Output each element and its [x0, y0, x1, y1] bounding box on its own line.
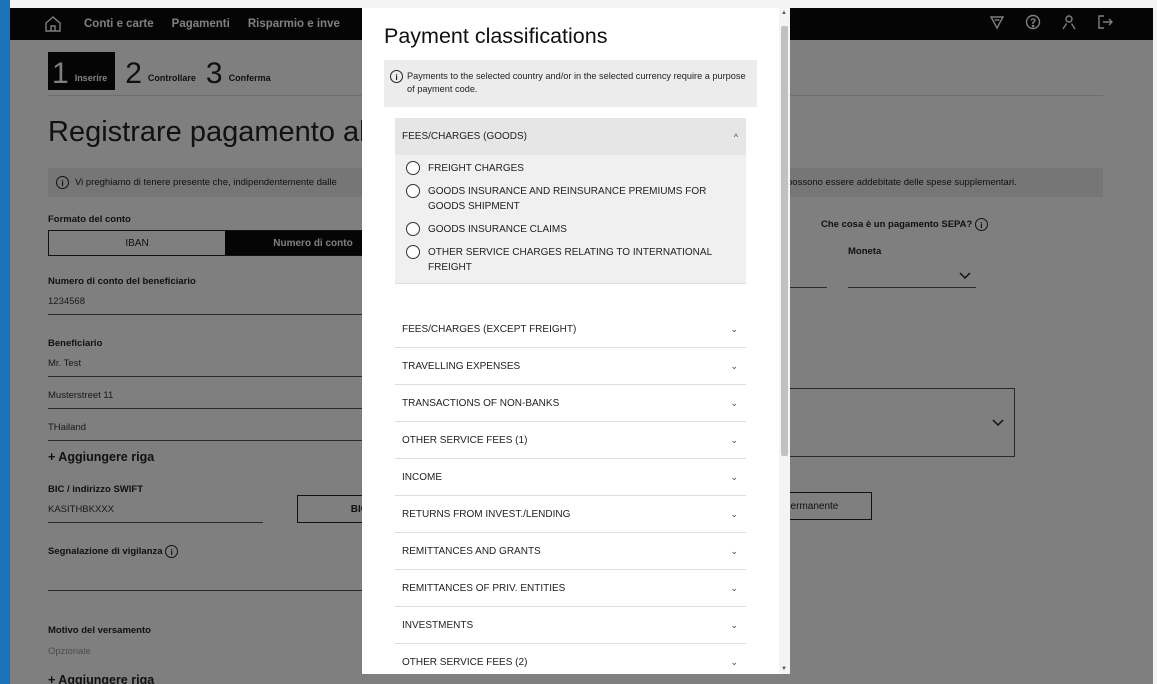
- chevron-down-icon[interactable]: ⌄: [730, 583, 738, 594]
- accordion-item[interactable]: RETURNS FROM INVEST./LENDING ⌄: [395, 496, 746, 533]
- radio-button[interactable]: [406, 245, 420, 259]
- accordion-section-open: FEES/CHARGES (GOODS) ^ FREIGHT CHARGES G…: [395, 118, 746, 284]
- accordion-label: REMITTANCES OF PRIV. ENTITIES: [402, 582, 566, 594]
- radio-option[interactable]: OTHER SERVICE CHARGES RELATING TO INTERN…: [406, 245, 746, 275]
- accordion-label: INVESTMENTS: [402, 619, 474, 631]
- scroll-down-arrow[interactable]: ▼: [781, 666, 787, 672]
- chevron-down-icon[interactable]: ⌄: [730, 657, 738, 668]
- accordion-item[interactable]: REMITTANCES OF PRIV. ENTITIES ⌄: [395, 570, 746, 607]
- info-icon: i: [390, 70, 403, 83]
- accordion-label: INCOME: [402, 471, 442, 483]
- accordion-item[interactable]: INCOME ⌄: [395, 459, 746, 496]
- window-frame-left: [0, 0, 10, 684]
- modal-title: Payment classifications: [384, 24, 608, 48]
- accordion-label: RETURNS FROM INVEST./LENDING: [402, 508, 571, 520]
- accordion-label: FEES/CHARGES (EXCEPT FREIGHT): [402, 323, 577, 335]
- accordion-item[interactable]: OTHER SERVICE FEES (1) ⌄: [395, 422, 746, 459]
- accordion-label: TRANSACTIONS OF NON-BANKS: [402, 397, 560, 409]
- scroll-thumb[interactable]: [781, 26, 788, 456]
- chevron-down-icon[interactable]: ⌄: [730, 472, 738, 483]
- accordion-body: FREIGHT CHARGES GOODS INSURANCE AND REIN…: [395, 155, 746, 284]
- modal-scrollbar[interactable]: ▲ ▼: [779, 8, 790, 674]
- accordion-item[interactable]: REMITTANCES AND GRANTS ⌄: [395, 533, 746, 570]
- accordion-item[interactable]: FEES/CHARGES (EXCEPT FREIGHT) ⌄: [395, 311, 746, 348]
- radio-button[interactable]: [406, 222, 420, 236]
- radio-option[interactable]: GOODS INSURANCE AND REINSURANCE PREMIUMS…: [406, 184, 746, 214]
- window-frame-right: [1153, 0, 1157, 684]
- modal-info-text: Payments to the selected country and/or …: [407, 71, 746, 94]
- chevron-down-icon[interactable]: ⌄: [730, 546, 738, 557]
- radio-button[interactable]: [406, 184, 420, 198]
- accordion-item[interactable]: INVESTMENTS ⌄: [395, 607, 746, 644]
- radio-label[interactable]: GOODS INSURANCE CLAIMS: [428, 222, 728, 237]
- accordion-label: OTHER SERVICE FEES (2): [402, 656, 528, 668]
- chevron-down-icon[interactable]: ⌄: [730, 435, 738, 446]
- chevron-down-icon[interactable]: ⌄: [730, 324, 738, 335]
- accordion-item[interactable]: TRAVELLING EXPENSES ⌄: [395, 348, 746, 385]
- accordion-label: OTHER SERVICE FEES (1): [402, 434, 528, 446]
- accordion-item[interactable]: TRANSACTIONS OF NON-BANKS ⌄: [395, 385, 746, 422]
- radio-label[interactable]: GOODS INSURANCE AND REINSURANCE PREMIUMS…: [428, 184, 728, 214]
- accordion-item[interactable]: OTHER SERVICE FEES (2) ⌄: [395, 644, 746, 674]
- accordion-label: TRAVELLING EXPENSES: [402, 360, 521, 372]
- chevron-up-icon[interactable]: ^: [734, 132, 738, 142]
- chevron-down-icon[interactable]: ⌄: [730, 509, 738, 520]
- radio-label[interactable]: OTHER SERVICE CHARGES RELATING TO INTERN…: [428, 245, 728, 275]
- payment-classifications-modal: Payment classifications i Payments to th…: [362, 8, 790, 674]
- accordion-list: FEES/CHARGES (EXCEPT FREIGHT) ⌄ TRAVELLIN…: [395, 311, 746, 674]
- radio-option[interactable]: FREIGHT CHARGES: [406, 161, 746, 176]
- chevron-down-icon[interactable]: ⌄: [730, 398, 738, 409]
- chevron-down-icon[interactable]: ⌄: [730, 361, 738, 372]
- chevron-down-icon[interactable]: ⌄: [730, 620, 738, 631]
- scroll-up-arrow[interactable]: ▲: [781, 10, 787, 16]
- accordion-label: REMITTANCES AND GRANTS: [402, 545, 541, 557]
- radio-label[interactable]: FREIGHT CHARGES: [428, 161, 728, 176]
- accordion-label: FEES/CHARGES (GOODS): [402, 131, 528, 142]
- modal-info-box: i Payments to the selected country and/o…: [384, 60, 757, 107]
- accordion-header[interactable]: FEES/CHARGES (GOODS) ^: [395, 118, 746, 155]
- radio-button[interactable]: [406, 161, 420, 175]
- window-frame-top: [0, 0, 1157, 8]
- radio-option[interactable]: GOODS INSURANCE CLAIMS: [406, 222, 746, 237]
